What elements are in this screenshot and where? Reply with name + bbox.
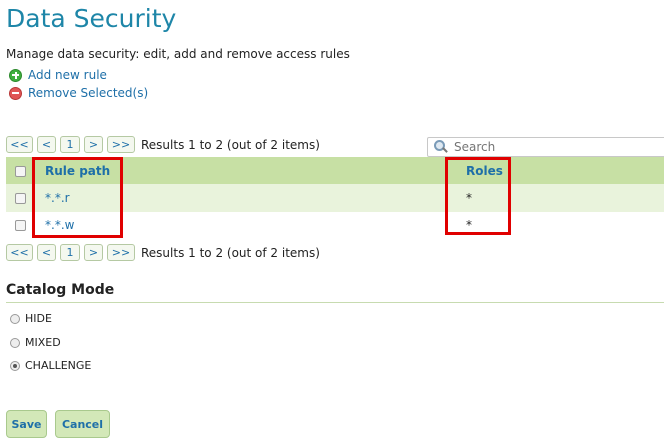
first-page-button[interactable]: <<: [6, 244, 33, 261]
last-page-button[interactable]: >>: [107, 244, 135, 261]
remove-selected-label: Remove Selected(s): [28, 86, 149, 100]
results-info: Results 1 to 2 (out of 2 items): [141, 137, 320, 152]
save-button[interactable]: Save: [6, 410, 47, 438]
search-input[interactable]: [452, 139, 656, 155]
radio-option-mixed[interactable]: MIXED: [10, 336, 61, 349]
radio-button[interactable]: [10, 313, 20, 324]
first-page-button[interactable]: <<: [6, 136, 33, 153]
next-page-button[interactable]: >: [84, 244, 103, 261]
add-rule-label: Add new rule: [28, 68, 107, 82]
radio-label: MIXED: [25, 336, 61, 349]
pager-bottom: << < 1 > >> Results 1 to 2 (out of 2 ite…: [6, 244, 320, 261]
search-box[interactable]: [427, 137, 664, 157]
results-info: Results 1 to 2 (out of 2 items): [141, 245, 320, 260]
radio-option-hide[interactable]: HIDE: [10, 312, 52, 325]
catalog-mode-title: Catalog Mode: [6, 282, 115, 298]
row-checkbox[interactable]: [15, 193, 26, 204]
radio-option-challenge[interactable]: CHALLENGE: [10, 359, 91, 372]
row-checkbox[interactable]: [15, 220, 26, 231]
page-number-button[interactable]: 1: [60, 244, 80, 261]
roles-highlight-box: [445, 157, 511, 235]
remove-icon: [9, 86, 22, 100]
radio-label: CHALLENGE: [25, 359, 92, 372]
add-rule-link[interactable]: Add new rule: [9, 68, 107, 82]
cancel-button[interactable]: Cancel: [55, 410, 110, 438]
add-icon: [9, 68, 22, 82]
select-all-checkbox[interactable]: [15, 165, 26, 177]
page-description: Manage data security: edit, add and remo…: [6, 47, 350, 61]
page-title: Data Security: [6, 4, 177, 33]
rule-path-highlight-box: [32, 157, 123, 238]
radio-label: HIDE: [25, 312, 52, 325]
pager-top: << < 1 > >> Results 1 to 2 (out of 2 ite…: [6, 136, 320, 153]
radio-button-selected[interactable]: [10, 360, 20, 371]
last-page-button[interactable]: >>: [107, 136, 135, 153]
radio-button[interactable]: [10, 337, 20, 348]
next-page-button[interactable]: >: [84, 136, 103, 153]
remove-selected-link[interactable]: Remove Selected(s): [9, 86, 148, 100]
prev-page-button[interactable]: <: [37, 244, 56, 261]
page-number-button[interactable]: 1: [60, 136, 80, 153]
section-divider: [6, 302, 664, 303]
prev-page-button[interactable]: <: [37, 136, 56, 153]
search-icon: [433, 139, 449, 155]
